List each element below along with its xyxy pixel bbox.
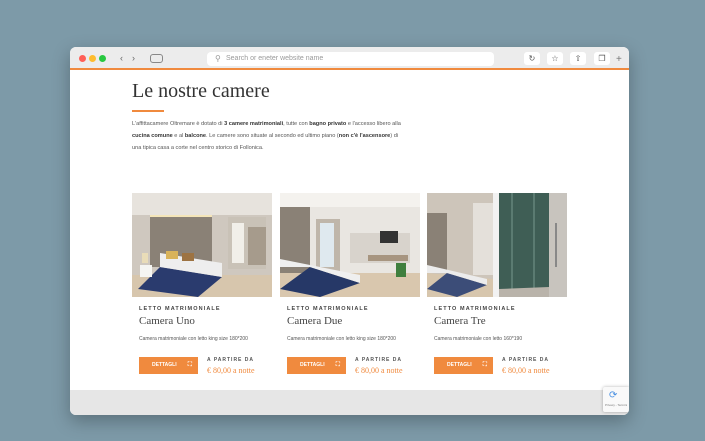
browser-window: ‹ › ⚲ Search or eneter website name ↻ ☆ … <box>70 47 629 415</box>
close-window-button[interactable] <box>79 55 86 62</box>
address-placeholder: Search or eneter website name <box>226 55 324 62</box>
room-photo-uno[interactable] <box>132 193 272 297</box>
room-photo-tre[interactable] <box>427 193 567 297</box>
room-name[interactable]: Camera Due <box>287 315 342 327</box>
details-button[interactable]: DETTAGLI ⛶ <box>434 357 493 374</box>
room-description: Camera matrimoniale con letto king size … <box>287 336 396 342</box>
reload-icon[interactable]: ↻ <box>524 52 540 65</box>
search-icon: ⚲ <box>215 54 221 63</box>
room-name[interactable]: Camera Tre <box>434 315 486 327</box>
details-button-label: DETTAGLI <box>300 362 325 368</box>
price-from-label: A PARTIRE DA <box>502 357 549 363</box>
details-button[interactable]: DETTAGLI ⛶ <box>287 357 346 374</box>
page-title: Le nostre camere <box>132 80 270 102</box>
bed-icon: ⛶ <box>482 362 487 368</box>
room-price: € 80,00 a notte <box>502 366 550 375</box>
room-name[interactable]: Camera Uno <box>139 315 195 327</box>
recaptcha-label[interactable]: Privacy - Termini <box>605 403 627 407</box>
price-from-label: A PARTIRE DA <box>355 357 402 363</box>
room-category: LETTO MATRIMONIALE <box>139 306 221 312</box>
bed-icon: ⛶ <box>335 362 340 368</box>
footer-band <box>70 390 629 415</box>
bed-icon: ⛶ <box>187 362 192 368</box>
details-button-label: DETTAGLI <box>447 362 472 368</box>
room-description: Camera matrimoniale con letto 160*190 <box>434 336 523 342</box>
title-underline <box>132 110 164 112</box>
details-button[interactable]: DETTAGLI ⛶ <box>139 357 198 374</box>
minimize-window-button[interactable] <box>89 55 96 62</box>
bookmark-icon[interactable]: ☆ <box>547 52 563 65</box>
browser-toolbar: ‹ › ⚲ Search or eneter website name ↻ ☆ … <box>70 47 629 70</box>
recaptcha-icon: ⟳ <box>609 390 618 401</box>
room-category: LETTO MATRIMONIALE <box>434 306 516 312</box>
maximize-window-button[interactable] <box>99 55 106 62</box>
recaptcha-badge[interactable]: ⟳ Privacy - Termini <box>603 387 629 412</box>
room-photo-due[interactable] <box>280 193 420 297</box>
details-button-label: DETTAGLI <box>152 362 177 368</box>
room-price: € 80,00 a notte <box>207 366 255 375</box>
forward-icon[interactable]: › <box>128 52 139 64</box>
new-tab-icon[interactable]: + <box>616 55 622 65</box>
page-content: Le nostre camere L'affittacamere Oltrema… <box>70 70 629 390</box>
share-icon[interactable]: ⇧ <box>570 52 586 65</box>
tabs-icon[interactable]: ❐ <box>594 52 610 65</box>
room-category: LETTO MATRIMONIALE <box>287 306 369 312</box>
room-description: Camera matrimoniale con letto king size … <box>139 336 248 342</box>
price-from-label: A PARTIRE DA <box>207 357 254 363</box>
address-bar[interactable]: ⚲ Search or eneter website name <box>207 52 494 66</box>
back-icon[interactable]: ‹ <box>116 52 127 64</box>
sidebar-toggle-icon[interactable] <box>150 54 163 63</box>
intro-paragraph: L'affittacamere Oltremare è dotato di 3 … <box>132 121 401 151</box>
room-price: € 80,00 a notte <box>355 366 403 375</box>
